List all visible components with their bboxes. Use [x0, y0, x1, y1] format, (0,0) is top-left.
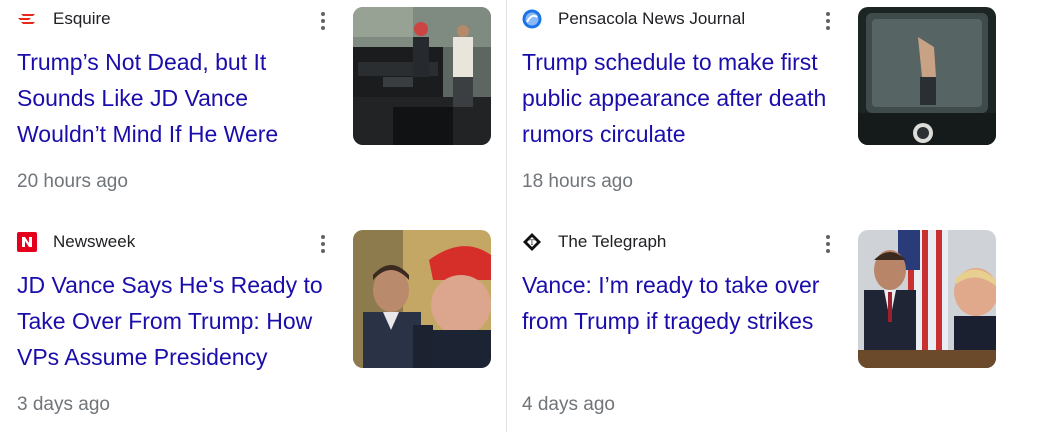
source-row: Pensacola News Journal	[522, 8, 745, 30]
more-options-button[interactable]	[818, 232, 838, 256]
news-card[interactable]: Newsweek JD Vance Says He's Ready to Tak…	[0, 223, 491, 423]
svg-text:T: T	[530, 239, 535, 247]
headline-link[interactable]: Trump schedule to make first public appe…	[522, 44, 847, 152]
newsweek-logo-icon	[17, 232, 37, 252]
more-options-button[interactable]	[313, 232, 333, 256]
source-name: Newsweek	[53, 232, 136, 251]
source-row: Newsweek	[17, 231, 135, 253]
news-card[interactable]: T The Telegraph Vance: I’m ready to take…	[505, 223, 996, 423]
source-name: Pensacola News Journal	[558, 9, 746, 28]
source-name: The Telegraph	[558, 232, 667, 251]
article-thumbnail[interactable]	[858, 7, 996, 145]
news-card[interactable]: Esquire Trump’s Not Dead, but It Sounds …	[0, 0, 491, 200]
source-row: T The Telegraph	[522, 231, 666, 253]
more-options-button[interactable]	[818, 9, 838, 33]
headline-link[interactable]: Trump’s Not Dead, but It Sounds Like JD …	[17, 44, 342, 152]
headline-link[interactable]: JD Vance Says He's Ready to Take Over Fr…	[17, 267, 342, 375]
timestamp: 3 days ago	[17, 394, 110, 415]
timestamp: 18 hours ago	[522, 171, 633, 192]
source-name: Esquire	[53, 9, 111, 28]
timestamp: 20 hours ago	[17, 171, 128, 192]
pensacola-news-journal-logo-icon	[522, 9, 542, 29]
article-thumbnail[interactable]	[353, 7, 491, 145]
source-row: Esquire	[17, 8, 111, 30]
article-thumbnail[interactable]	[353, 230, 491, 368]
esquire-logo-icon	[17, 9, 37, 29]
headline-link[interactable]: Vance: I’m ready to take over from Trump…	[522, 267, 847, 339]
telegraph-logo-icon: T	[522, 232, 542, 252]
more-options-button[interactable]	[313, 9, 333, 33]
timestamp: 4 days ago	[522, 394, 615, 415]
article-thumbnail[interactable]	[858, 230, 996, 368]
news-card[interactable]: Pensacola News Journal Trump schedule to…	[505, 0, 996, 200]
